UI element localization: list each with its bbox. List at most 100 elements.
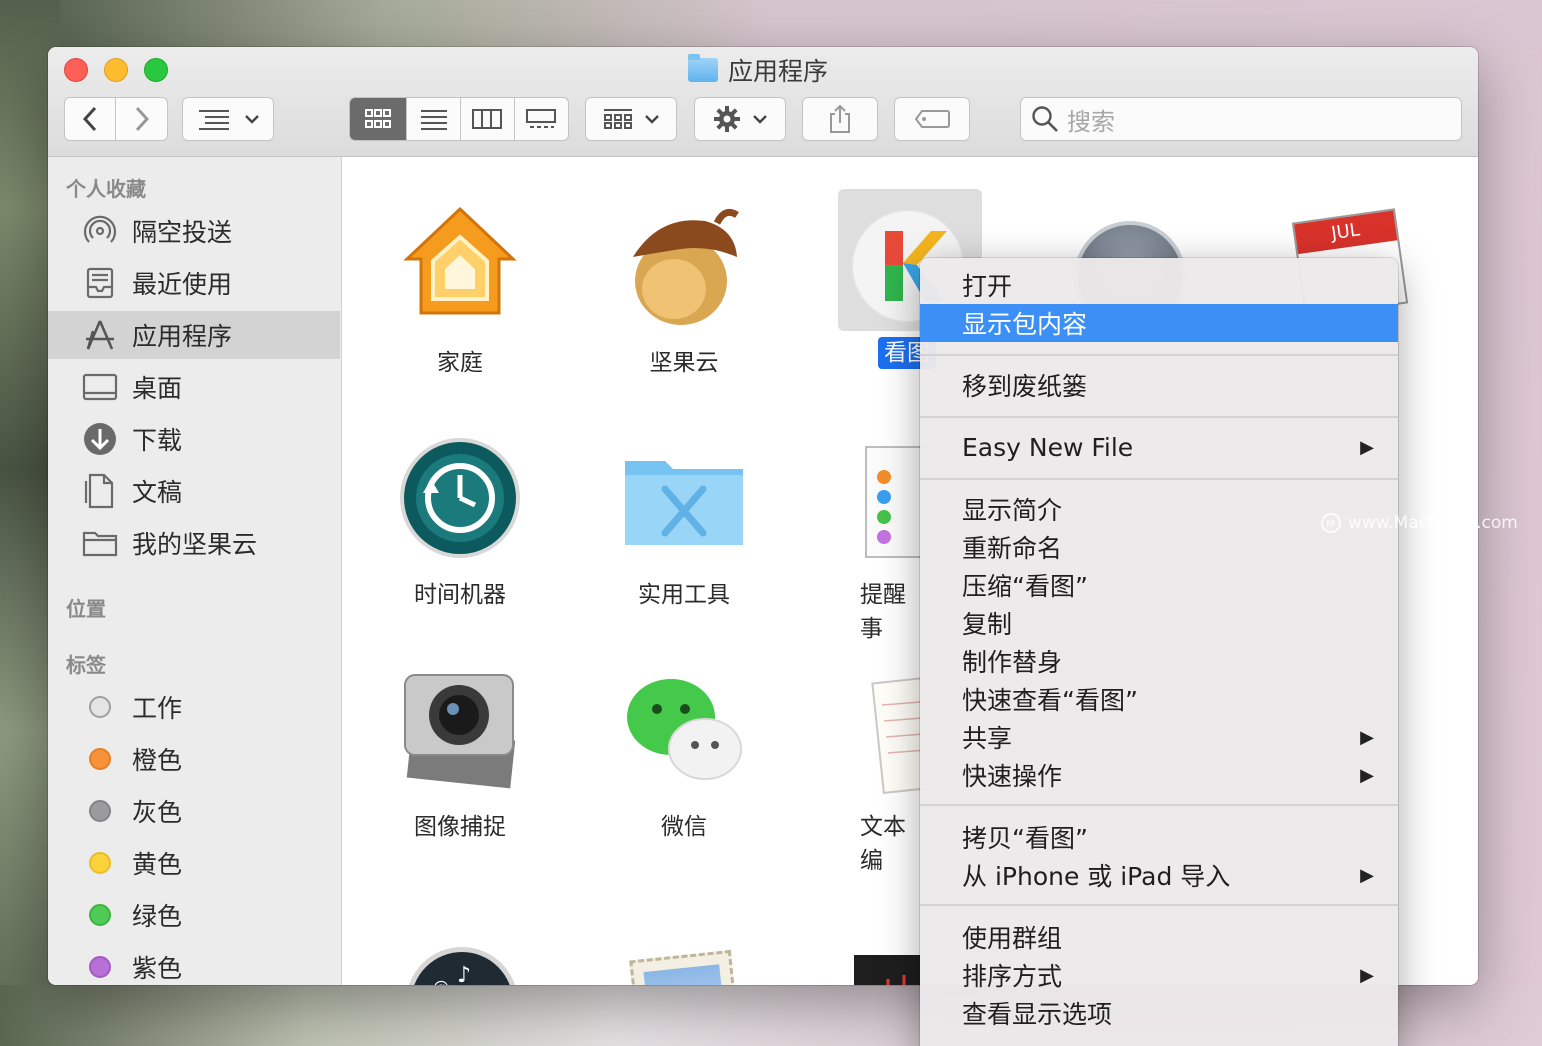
submenu-arrow-icon: ▶: [1360, 764, 1374, 786]
tag-button[interactable]: [894, 97, 970, 141]
menu-item-share[interactable]: 共享 ▶: [920, 718, 1398, 756]
sidebar-tag-work[interactable]: 工作: [48, 683, 340, 731]
sidebar: 个人收藏 隔空投送 最近使用 应用程序 桌面 下载 文稿 我的坚果云 位置 标签…: [48, 157, 342, 985]
column-view-button[interactable]: [461, 98, 515, 140]
watermark-text: www.MacDown.com: [1348, 513, 1518, 533]
search-icon: [1032, 106, 1058, 132]
app-item-textedit[interactable]: 文本编: [808, 665, 928, 875]
svg-text:@: @: [433, 977, 449, 985]
sidebar-tag-green[interactable]: 绿色: [48, 891, 340, 939]
sidebar-tag-orange[interactable]: 橙色: [48, 735, 340, 783]
chevron-down-icon: [753, 115, 767, 124]
watermark: M www.MacDown.com: [1320, 512, 1518, 534]
menu-item-show-view-options[interactable]: 查看显示选项: [920, 994, 1398, 1032]
app-label: 文本编: [860, 814, 906, 874]
menu-separator: [920, 416, 1398, 418]
menu-item-import-from-iphone[interactable]: 从 iPhone 或 iPad 导入 ▶: [920, 856, 1398, 894]
list-icon: [420, 110, 447, 130]
menu-item-make-alias[interactable]: 制作替身: [920, 642, 1398, 680]
gallery-icon: [526, 109, 557, 128]
back-button[interactable]: [65, 98, 117, 140]
sidebar-tag-label: 黄色: [132, 850, 183, 879]
grid-icon: [365, 109, 392, 128]
menu-separator: [920, 804, 1398, 806]
action-button[interactable]: [694, 97, 786, 141]
sidebar-tag-label: 紫色: [132, 954, 183, 983]
menu-item-use-groups[interactable]: 使用群组: [920, 918, 1398, 956]
menu-item-duplicate[interactable]: 复制: [920, 604, 1398, 642]
documents-icon: [82, 473, 118, 509]
sidebar-item-recents[interactable]: 最近使用: [48, 259, 340, 307]
sidebar-item-label: 我的坚果云: [132, 530, 258, 559]
sidebar-tag-gray[interactable]: 灰色: [48, 787, 340, 835]
columns-icon: [472, 109, 503, 129]
sidebar-item-label: 最近使用: [132, 270, 233, 299]
menu-item-label: 复制: [962, 610, 1013, 639]
zoom-window-button[interactable]: [144, 58, 168, 82]
sidebar-item-documents[interactable]: 文稿: [48, 467, 340, 515]
menu-item-show-package-contents[interactable]: 显示包内容: [920, 304, 1398, 342]
search-field[interactable]: 搜索: [1020, 97, 1462, 141]
submenu-arrow-icon: ▶: [1360, 726, 1374, 748]
window-title: 应用程序: [688, 53, 828, 87]
share-button[interactable]: [802, 97, 878, 141]
menu-item-label: 显示简介: [962, 496, 1063, 525]
tags-heading: 标签: [66, 653, 106, 677]
submenu-arrow-icon: ▶: [1360, 436, 1374, 458]
app-item-image-capture[interactable]: 图像捕捉: [360, 665, 560, 841]
menu-item-label: 查看显示选项: [962, 1000, 1113, 1029]
svg-text:♪: ♪: [457, 963, 471, 985]
sidebar-item-label: 桌面: [132, 374, 183, 403]
app-item-home[interactable]: 家庭: [360, 201, 560, 377]
sidebar-tag-label: 灰色: [132, 798, 183, 827]
sidebar-tag-yellow[interactable]: 黄色: [48, 839, 340, 887]
sidebar-tag-label: 橙色: [132, 746, 183, 775]
app-item-utilities[interactable]: 实用工具: [584, 433, 784, 609]
nutstore-app-icon: [619, 201, 749, 331]
sidebar-item-label: 文稿: [132, 478, 183, 507]
app-item-time-machine[interactable]: 时间机器: [360, 433, 560, 609]
app-label: 提醒事: [860, 582, 906, 642]
icon-view-button[interactable]: [350, 98, 408, 140]
menu-item-compress[interactable]: 压缩“看图”: [920, 566, 1398, 604]
menu-item-quick-actions[interactable]: 快速操作 ▶: [920, 756, 1398, 794]
share-icon: [830, 104, 850, 133]
submenu-arrow-icon: ▶: [1360, 964, 1374, 986]
sidebar-item-downloads[interactable]: 下载: [48, 415, 340, 463]
sidebar-item-airdrop[interactable]: 隔空投送: [48, 207, 340, 255]
menu-item-label: 显示包内容: [962, 310, 1088, 339]
gallery-view-button[interactable]: [515, 98, 569, 140]
app-item-wechat[interactable]: 微信: [584, 665, 784, 841]
tag-icon: [914, 110, 950, 128]
menu-item-move-to-trash[interactable]: 移到废纸篓: [920, 366, 1398, 404]
sidebar-tag-label: 绿色: [132, 902, 183, 931]
arrange-button[interactable]: [182, 97, 274, 141]
textedit-icon: [858, 665, 928, 795]
desktop-wallpaper-top: [0, 0, 1542, 50]
menu-item-easy-new-file[interactable]: Easy New File ▶: [920, 428, 1398, 466]
app-label: 图像捕捉: [414, 814, 506, 840]
app-item-nutstore[interactable]: 坚果云: [584, 201, 784, 377]
svg-text:M: M: [1326, 519, 1335, 530]
airdrop-icon: [82, 213, 118, 249]
menu-item-sort-by[interactable]: 排序方式 ▶: [920, 956, 1398, 994]
nav-buttons: [64, 97, 168, 141]
app-item-reminders[interactable]: 提醒事: [808, 433, 928, 643]
sidebar-item-nutstore[interactable]: 我的坚果云: [48, 519, 340, 567]
menu-item-copy[interactable]: 拷贝“看图”: [920, 818, 1398, 856]
menu-item-open[interactable]: 打开: [920, 266, 1398, 304]
minimize-window-button[interactable]: [104, 58, 128, 82]
list-view-button[interactable]: [407, 98, 461, 140]
close-window-button[interactable]: [64, 58, 88, 82]
menu-item-quick-look[interactable]: 快速查看“看图”: [920, 680, 1398, 718]
tag-color-dot: [89, 904, 111, 926]
titlebar: 应用程序 搜索: [48, 47, 1478, 157]
group-button[interactable]: [585, 97, 677, 141]
utilities-folder-icon: [619, 433, 749, 563]
forward-button[interactable]: [116, 98, 167, 140]
tag-color-dot: [89, 800, 111, 822]
menu-separator: [920, 904, 1398, 906]
sidebar-item-applications[interactable]: 应用程序: [48, 311, 340, 359]
sidebar-item-desktop[interactable]: 桌面: [48, 363, 340, 411]
sidebar-tag-purple[interactable]: 紫色: [48, 943, 340, 985]
